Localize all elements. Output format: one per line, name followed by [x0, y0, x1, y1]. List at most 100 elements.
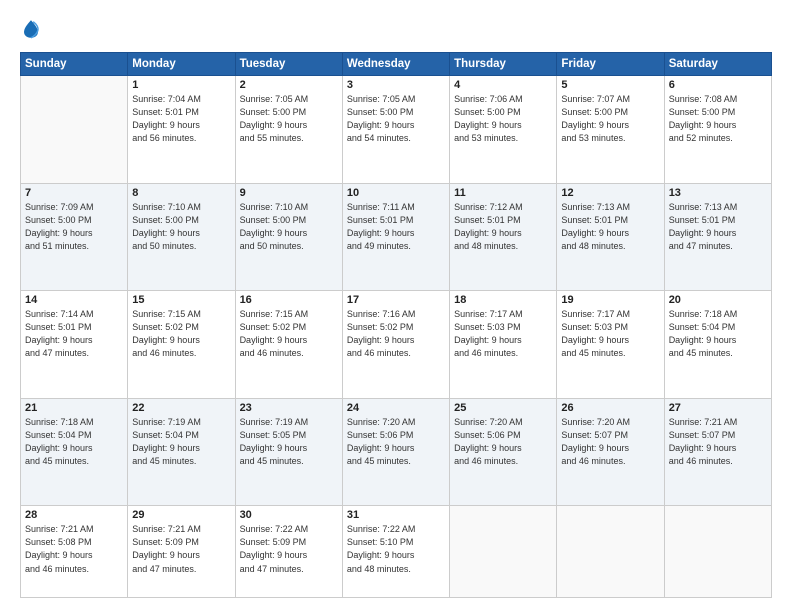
day-info: Sunrise: 7:22 AM Sunset: 5:09 PM Dayligh…: [240, 523, 338, 575]
calendar-cell: 31 Sunrise: 7:22 AM Sunset: 5:10 PM Dayli…: [342, 506, 449, 598]
calendar-header-row: SundayMondayTuesdayWednesdayThursdayFrid…: [21, 53, 772, 76]
calendar-cell: 19 Sunrise: 7:17 AM Sunset: 5:03 PM Dayli…: [557, 291, 664, 399]
day-info: Sunrise: 7:19 AM Sunset: 5:05 PM Dayligh…: [240, 416, 338, 468]
calendar-cell: 22Sunrise: 7:19 AM Sunset: 5:04 PM Dayli…: [128, 398, 235, 506]
calendar-cell: 29Sunrise: 7:21 AM Sunset: 5:09 PM Dayli…: [128, 506, 235, 598]
day-info: Sunrise: 7:13 AM Sunset: 5:01 PM Dayligh…: [669, 201, 767, 253]
day-number: 21: [25, 402, 123, 414]
calendar-cell: 10 Sunrise: 7:11 AM Sunset: 5:01 PM Dayli…: [342, 183, 449, 291]
page: SundayMondayTuesdayWednesdayThursdayFrid…: [0, 0, 792, 612]
calendar-table: SundayMondayTuesdayWednesdayThursdayFrid…: [20, 52, 772, 598]
calendar-cell: 9Sunrise: 7:10 AM Sunset: 5:00 PM Daylig…: [235, 183, 342, 291]
day-info: Sunrise: 7:13 AM Sunset: 5:01 PM Dayligh…: [561, 201, 659, 253]
calendar-week-2: 7 Sunrise: 7:09 AM Sunset: 5:00 PM Daylig…: [21, 183, 772, 291]
calendar-cell: 26Sunrise: 7:20 AM Sunset: 5:07 PM Dayli…: [557, 398, 664, 506]
day-info: Sunrise: 7:20 AM Sunset: 5:06 PM Dayligh…: [454, 416, 552, 468]
day-info: Sunrise: 7:18 AM Sunset: 5:04 PM Dayligh…: [669, 308, 767, 360]
day-info: Sunrise: 7:21 AM Sunset: 5:07 PM Dayligh…: [669, 416, 767, 468]
day-info: Sunrise: 7:12 AM Sunset: 5:01 PM Dayligh…: [454, 201, 552, 253]
calendar-week-5: 28Sunrise: 7:21 AM Sunset: 5:08 PM Dayli…: [21, 506, 772, 598]
calendar-cell: 12 Sunrise: 7:13 AM Sunset: 5:01 PM Dayli…: [557, 183, 664, 291]
header-day-wednesday: Wednesday: [342, 53, 449, 76]
day-info: Sunrise: 7:10 AM Sunset: 5:00 PM Dayligh…: [240, 201, 338, 253]
day-number: 18: [454, 294, 552, 306]
calendar-cell: 20Sunrise: 7:18 AM Sunset: 5:04 PM Dayli…: [664, 291, 771, 399]
calendar-cell: 1 Sunrise: 7:04 AM Sunset: 5:01 PM Daylig…: [128, 76, 235, 184]
day-number: 27: [669, 402, 767, 414]
calendar-cell: 11Sunrise: 7:12 AM Sunset: 5:01 PM Dayli…: [450, 183, 557, 291]
calendar-cell: 23Sunrise: 7:19 AM Sunset: 5:05 PM Dayli…: [235, 398, 342, 506]
day-number: 6: [669, 79, 767, 91]
day-number: 7: [25, 187, 123, 199]
day-info: Sunrise: 7:05 AM Sunset: 5:00 PM Dayligh…: [347, 93, 445, 145]
header-day-sunday: Sunday: [21, 53, 128, 76]
day-info: Sunrise: 7:11 AM Sunset: 5:01 PM Dayligh…: [347, 201, 445, 253]
calendar-cell: 24Sunrise: 7:20 AM Sunset: 5:06 PM Dayli…: [342, 398, 449, 506]
calendar-cell: 8 Sunrise: 7:10 AM Sunset: 5:00 PM Daylig…: [128, 183, 235, 291]
day-number: 15: [132, 294, 230, 306]
day-number: 31: [347, 509, 445, 521]
calendar-cell: 6 Sunrise: 7:08 AM Sunset: 5:00 PM Daylig…: [664, 76, 771, 184]
day-info: Sunrise: 7:04 AM Sunset: 5:01 PM Dayligh…: [132, 93, 230, 145]
day-info: Sunrise: 7:09 AM Sunset: 5:00 PM Dayligh…: [25, 201, 123, 253]
calendar-cell: 13Sunrise: 7:13 AM Sunset: 5:01 PM Dayli…: [664, 183, 771, 291]
calendar-cell: 14 Sunrise: 7:14 AM Sunset: 5:01 PM Dayli…: [21, 291, 128, 399]
day-info: Sunrise: 7:22 AM Sunset: 5:10 PM Dayligh…: [347, 523, 445, 575]
day-number: 3: [347, 79, 445, 91]
day-info: Sunrise: 7:08 AM Sunset: 5:00 PM Dayligh…: [669, 93, 767, 145]
day-info: Sunrise: 7:17 AM Sunset: 5:03 PM Dayligh…: [454, 308, 552, 360]
calendar-cell: 18 Sunrise: 7:17 AM Sunset: 5:03 PM Dayli…: [450, 291, 557, 399]
day-number: 8: [132, 187, 230, 199]
day-info: Sunrise: 7:05 AM Sunset: 5:00 PM Dayligh…: [240, 93, 338, 145]
day-number: 16: [240, 294, 338, 306]
logo: [20, 18, 42, 40]
day-info: Sunrise: 7:19 AM Sunset: 5:04 PM Dayligh…: [132, 416, 230, 468]
day-number: 14: [25, 294, 123, 306]
day-info: Sunrise: 7:15 AM Sunset: 5:02 PM Dayligh…: [240, 308, 338, 360]
calendar-cell: 7 Sunrise: 7:09 AM Sunset: 5:00 PM Daylig…: [21, 183, 128, 291]
day-number: 29: [132, 509, 230, 521]
calendar-week-3: 14 Sunrise: 7:14 AM Sunset: 5:01 PM Dayli…: [21, 291, 772, 399]
day-info: Sunrise: 7:15 AM Sunset: 5:02 PM Dayligh…: [132, 308, 230, 360]
calendar-cell: 15 Sunrise: 7:15 AM Sunset: 5:02 PM Dayli…: [128, 291, 235, 399]
header-day-thursday: Thursday: [450, 53, 557, 76]
day-info: Sunrise: 7:17 AM Sunset: 5:03 PM Dayligh…: [561, 308, 659, 360]
day-number: 4: [454, 79, 552, 91]
calendar-cell: 25 Sunrise: 7:20 AM Sunset: 5:06 PM Dayli…: [450, 398, 557, 506]
calendar-cell: 4 Sunrise: 7:06 AM Sunset: 5:00 PM Daylig…: [450, 76, 557, 184]
day-number: 30: [240, 509, 338, 521]
logo-top: [20, 18, 42, 40]
header-day-monday: Monday: [128, 53, 235, 76]
day-number: 25: [454, 402, 552, 414]
calendar-week-1: 1 Sunrise: 7:04 AM Sunset: 5:01 PM Daylig…: [21, 76, 772, 184]
day-info: Sunrise: 7:10 AM Sunset: 5:00 PM Dayligh…: [132, 201, 230, 253]
day-number: 19: [561, 294, 659, 306]
header-day-friday: Friday: [557, 53, 664, 76]
calendar-cell: 3 Sunrise: 7:05 AM Sunset: 5:00 PM Daylig…: [342, 76, 449, 184]
day-number: 12: [561, 187, 659, 199]
calendar-cell: [21, 76, 128, 184]
day-number: 2: [240, 79, 338, 91]
day-number: 1: [132, 79, 230, 91]
logo-icon: [20, 18, 42, 40]
calendar-cell: [664, 506, 771, 598]
day-number: 10: [347, 187, 445, 199]
header-day-saturday: Saturday: [664, 53, 771, 76]
calendar-cell: 21 Sunrise: 7:18 AM Sunset: 5:04 PM Dayli…: [21, 398, 128, 506]
calendar-cell: 16 Sunrise: 7:15 AM Sunset: 5:02 PM Dayli…: [235, 291, 342, 399]
calendar-cell: 2 Sunrise: 7:05 AM Sunset: 5:00 PM Daylig…: [235, 76, 342, 184]
calendar-cell: 28Sunrise: 7:21 AM Sunset: 5:08 PM Dayli…: [21, 506, 128, 598]
day-info: Sunrise: 7:18 AM Sunset: 5:04 PM Dayligh…: [25, 416, 123, 468]
calendar-cell: [557, 506, 664, 598]
calendar-cell: 27 Sunrise: 7:21 AM Sunset: 5:07 PM Dayli…: [664, 398, 771, 506]
calendar-week-4: 21 Sunrise: 7:18 AM Sunset: 5:04 PM Dayli…: [21, 398, 772, 506]
day-number: 24: [347, 402, 445, 414]
logo-block: [20, 18, 42, 40]
day-number: 17: [347, 294, 445, 306]
day-number: 26: [561, 402, 659, 414]
calendar-cell: 5Sunrise: 7:07 AM Sunset: 5:00 PM Daylig…: [557, 76, 664, 184]
day-info: Sunrise: 7:21 AM Sunset: 5:08 PM Dayligh…: [25, 523, 123, 575]
day-info: Sunrise: 7:06 AM Sunset: 5:00 PM Dayligh…: [454, 93, 552, 145]
day-info: Sunrise: 7:07 AM Sunset: 5:00 PM Dayligh…: [561, 93, 659, 145]
day-info: Sunrise: 7:14 AM Sunset: 5:01 PM Dayligh…: [25, 308, 123, 360]
